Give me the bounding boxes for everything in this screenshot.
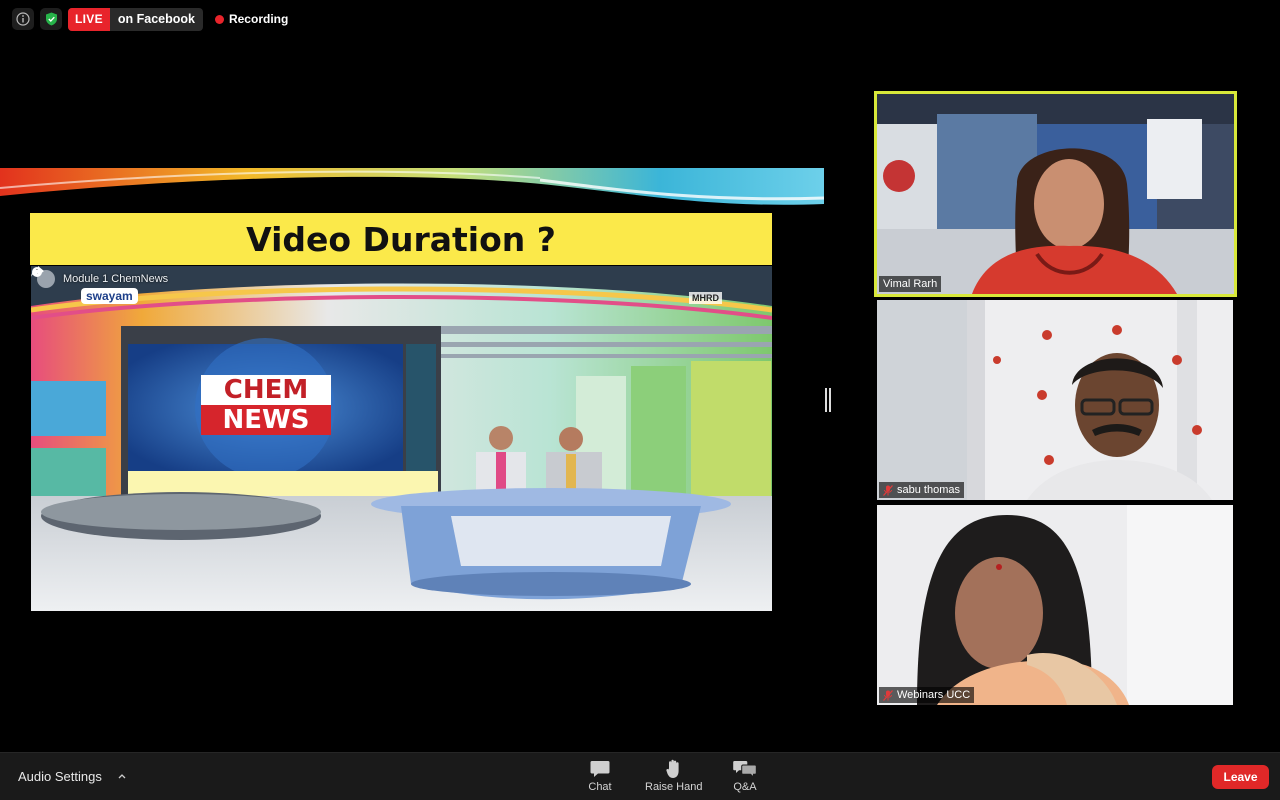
participant-video-webinars-ucc <box>877 505 1233 705</box>
qa-label: Q&A <box>733 781 757 793</box>
recording-indicator[interactable]: Recording <box>214 12 289 26</box>
participant-tile-vimal-rarh[interactable]: Vimal Rarh <box>874 91 1237 297</box>
participant-name: Vimal Rarh <box>883 278 938 290</box>
chat-button[interactable]: Chat <box>588 759 612 793</box>
leave-button[interactable]: Leave <box>1212 765 1269 789</box>
slide-swoosh-decoration <box>0 168 824 214</box>
news-studio-scene <box>31 266 772 611</box>
recording-label: Recording <box>228 12 289 26</box>
participant-name: Webinars UCC <box>897 689 971 701</box>
leave-label: Leave <box>1223 770 1258 784</box>
shared-screen: Video Duration ? CHEM NEWS Module 1 Chem… <box>0 168 824 638</box>
chat-label: Chat <box>588 781 612 793</box>
mic-muted-icon <box>883 484 893 496</box>
chem-news-logo: CHEM NEWS <box>201 375 331 435</box>
raise-hand-icon <box>662 759 686 779</box>
participant-video-sabu-thomas <box>877 300 1233 500</box>
live-badge: LIVE <box>68 7 110 31</box>
chem-news-logo-top: CHEM <box>201 375 331 405</box>
participant-name-tag: Webinars UCC <box>879 687 975 703</box>
video-title[interactable]: Module 1 ChemNews <box>63 273 168 285</box>
participant-name-tag: sabu thomas <box>879 482 964 498</box>
audio-settings-button[interactable]: Audio Settings <box>18 769 126 784</box>
info-icon[interactable] <box>12 8 34 30</box>
slide-title-band: Video Duration ? <box>30 213 772 265</box>
participant-name-tag: Vimal Rarh <box>879 276 942 292</box>
participant-name: sabu thomas <box>897 484 960 496</box>
shield-check-icon[interactable] <box>40 8 62 30</box>
swayam-logo: swayam <box>81 288 138 304</box>
qa-bubbles-icon <box>733 759 757 779</box>
meeting-toolbar: Audio Settings Chat Raise Hand Q&A Leave <box>0 752 1280 800</box>
embedded-video-frame[interactable]: CHEM NEWS Module 1 ChemNews swayam MHRD <box>31 266 772 611</box>
raise-hand-label: Raise Hand <box>645 781 703 793</box>
live-platform-label: on Facebook <box>117 12 195 26</box>
qa-button[interactable]: Q&A <box>733 759 757 793</box>
mhrd-logo: MHRD <box>689 292 722 304</box>
chevron-up-icon[interactable] <box>118 771 126 782</box>
record-dot-icon <box>214 14 224 24</box>
participant-video-vimal-rarh <box>877 94 1234 294</box>
slide-title: Video Duration ? <box>246 219 556 259</box>
video-title-bar: Module 1 ChemNews <box>31 266 772 292</box>
meeting-status-bar: LIVE on Facebook Recording <box>12 6 288 32</box>
raise-hand-button[interactable]: Raise Hand <box>645 759 702 793</box>
participant-tile-webinars-ucc[interactable]: Webinars UCC <box>877 505 1233 705</box>
chat-bubble-icon <box>588 759 612 779</box>
live-stream-indicator[interactable]: LIVE on Facebook <box>68 7 203 31</box>
split-view-resize-handle[interactable] <box>825 388 831 412</box>
participant-tile-sabu-thomas[interactable]: sabu thomas <box>877 300 1233 500</box>
chem-news-logo-bottom: NEWS <box>201 405 331 435</box>
mic-muted-icon <box>883 689 893 701</box>
audio-settings-label: Audio Settings <box>18 769 102 784</box>
